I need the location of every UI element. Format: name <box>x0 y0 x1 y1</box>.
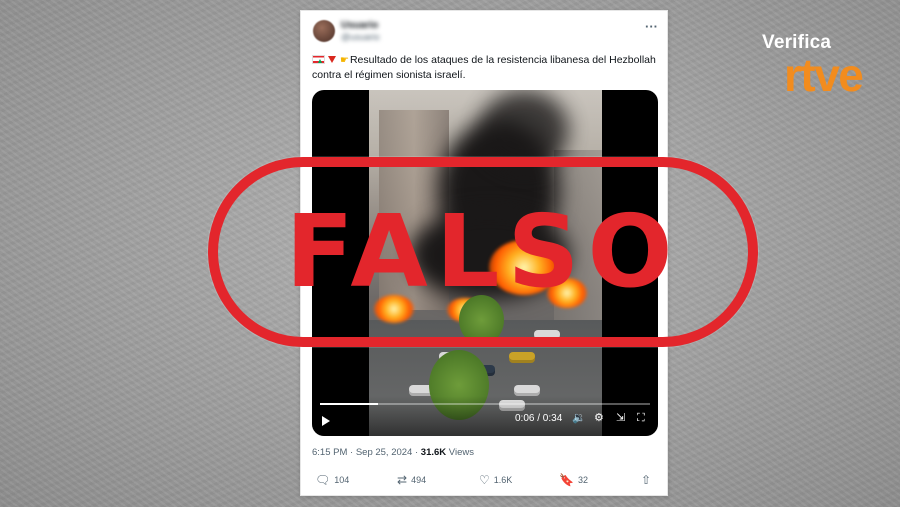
repost-count: 494 <box>411 475 427 485</box>
share-icon: ⇧ <box>641 473 652 487</box>
tweet-text-block: ☛Resultado de los ataques de la resisten… <box>312 53 657 83</box>
share-button[interactable]: ⇧ <box>641 474 651 486</box>
tweet-meta: 6:15 PM · Sep 25, 2024 · 31.6K Views <box>312 447 474 458</box>
volume-icon[interactable]: 🔉 <box>572 412 586 424</box>
like-button[interactable]: ♡ 1.6K <box>479 474 512 486</box>
car-image <box>514 385 540 396</box>
views-count: 31.6K <box>420 447 447 458</box>
reply-button[interactable]: 🗨 104 <box>315 474 349 486</box>
reply-count: 104 <box>334 475 350 485</box>
pointing-right-icon: ☛ <box>340 55 349 66</box>
heart-icon: ♡ <box>479 473 490 487</box>
avatar[interactable] <box>313 20 335 42</box>
play-icon[interactable] <box>322 416 330 426</box>
like-count: 1.6K <box>493 475 513 485</box>
repost-icon: ⇄ <box>397 473 408 487</box>
video-time: 0:06 / 0:34 <box>515 413 563 424</box>
bookmark-icon: 🔖 <box>559 473 574 487</box>
author-name[interactable]: Usuario <box>341 20 378 31</box>
video-controls-bar <box>312 396 658 436</box>
video-progress-fill <box>320 403 379 405</box>
tweet-actions: 🗨 104 ⇄ 494 ♡ 1.6K 🔖 32 ⇧ <box>301 474 669 494</box>
car-image <box>509 352 535 363</box>
bookmark-button[interactable]: 🔖 32 <box>559 474 588 486</box>
falso-stamp: FALSO <box>208 157 758 347</box>
brand-rtve-text: rtve <box>784 49 864 101</box>
reply-icon: 🗨 <box>315 473 331 487</box>
fullscreen-icon[interactable]: ⛶ <box>637 412 645 424</box>
more-options-icon[interactable]: ··· <box>645 19 658 34</box>
falso-stamp-text: FALSO <box>285 193 681 310</box>
author-handle[interactable]: @usuario <box>341 32 380 42</box>
views-label: Views <box>446 447 474 458</box>
lebanon-flag-icon <box>312 55 325 64</box>
expand-icon[interactable]: ⇲ <box>616 412 625 424</box>
repost-button[interactable]: ⇄ 494 <box>397 474 426 486</box>
bookmark-count: 32 <box>577 475 588 485</box>
tweet-timestamp[interactable]: 6:15 PM · Sep 25, 2024 · <box>312 447 421 458</box>
tweet-text: Resultado de los ataques de la resistenc… <box>312 54 656 81</box>
red-triangle-icon <box>328 56 336 63</box>
settings-icon[interactable]: ⚙ <box>594 412 604 424</box>
video-progress-bar[interactable] <box>320 403 650 405</box>
